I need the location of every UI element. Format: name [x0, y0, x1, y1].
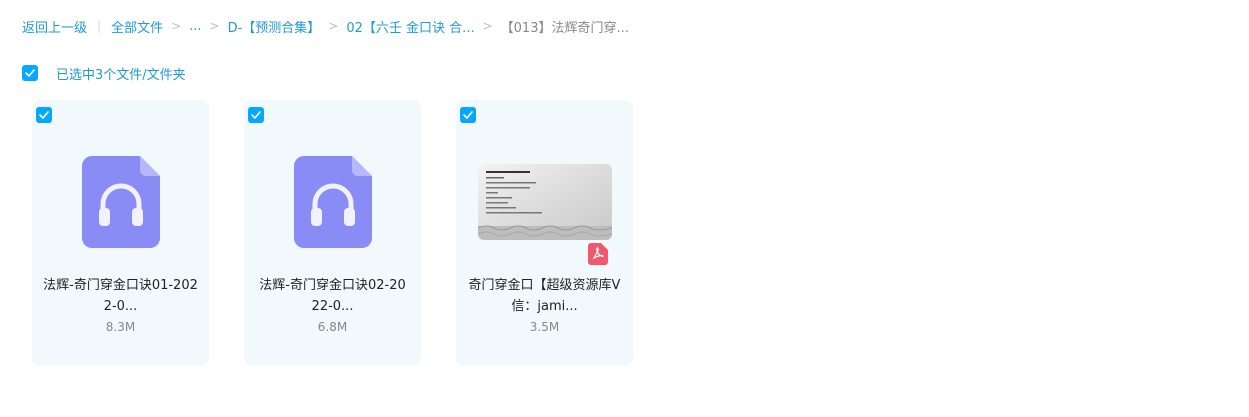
- breadcrumb-item-all-files[interactable]: 全部文件: [111, 17, 163, 36]
- back-link[interactable]: 返回上一级: [22, 17, 87, 36]
- breadcrumb-item-folder[interactable]: 02【六壬 金口诀 合...: [346, 17, 474, 36]
- chevron-right-icon: >: [328, 19, 339, 33]
- breadcrumb-item-folder[interactable]: D-【预测合集】: [228, 17, 321, 36]
- pdf-icon: [588, 243, 608, 265]
- file-checkbox[interactable]: [460, 107, 476, 123]
- audio-file-icon: [294, 156, 372, 248]
- breadcrumb: 返回上一级 | 全部文件 > ... > D-【预测合集】 > 02【六壬 金口…: [22, 16, 629, 36]
- check-icon: [463, 111, 473, 119]
- file-name[interactable]: 法辉-奇门穿金口诀01-202 2-0...: [40, 275, 201, 317]
- file-name[interactable]: 法辉-奇门穿金口诀02-20 22-0...: [252, 275, 413, 317]
- file-card[interactable]: 奇门穿金口【超级资源库V 信：jami... 3.5M: [456, 100, 633, 366]
- check-icon: [251, 111, 261, 119]
- breadcrumb-divider: |: [97, 19, 102, 33]
- select-all-checkbox[interactable]: [22, 65, 38, 81]
- check-icon: [25, 69, 35, 77]
- file-size: 6.8M: [317, 320, 348, 334]
- file-card[interactable]: 法辉-奇门穿金口诀02-20 22-0... 6.8M: [244, 100, 421, 366]
- selection-count-label: 已选中3个文件/文件夹: [56, 67, 186, 83]
- breadcrumb-item-ellipsis[interactable]: ...: [189, 19, 201, 34]
- file-checkbox[interactable]: [248, 107, 264, 123]
- file-card[interactable]: 法辉-奇门穿金口诀01-202 2-0... 8.3M: [32, 100, 209, 366]
- chevron-right-icon: >: [482, 19, 493, 33]
- file-name[interactable]: 奇门穿金口【超级资源库V 信：jami...: [464, 275, 625, 317]
- file-checkbox[interactable]: [36, 107, 52, 123]
- chevron-right-icon: >: [171, 19, 182, 33]
- selection-bar: 已选中3个文件/文件夹: [22, 64, 186, 83]
- check-icon: [39, 111, 49, 119]
- file-size: 3.5M: [529, 320, 560, 334]
- breadcrumb-item-current: 【013】法辉奇门穿...: [500, 20, 629, 36]
- chevron-right-icon: >: [209, 19, 220, 33]
- document-thumbnail: [478, 164, 612, 240]
- file-size: 8.3M: [105, 320, 136, 334]
- audio-file-icon: [82, 156, 160, 248]
